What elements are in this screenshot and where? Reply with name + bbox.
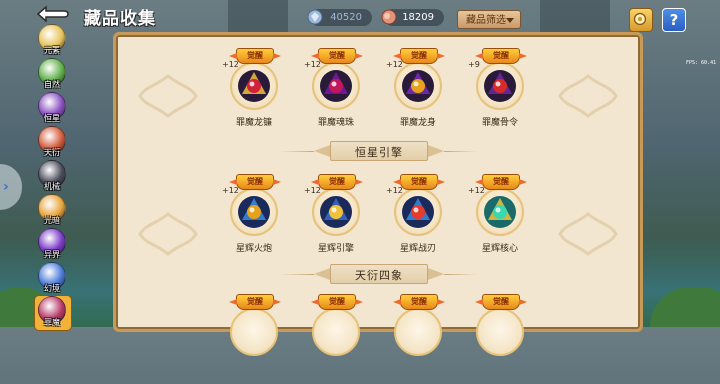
sidebar-item-label: 光暗	[44, 216, 60, 225]
fps-readout: FPS: 60.41	[686, 60, 717, 66]
item-art-icon	[402, 196, 434, 228]
filter-label: 藏品筛选	[466, 15, 506, 26]
collection-item[interactable]: 觉醒 +12 星辉战刃	[382, 172, 454, 264]
section-title: 恒星引擎	[355, 146, 403, 159]
awaken-badge: 觉醒	[236, 48, 274, 64]
collection-item[interactable]: 觉醒	[300, 292, 372, 384]
collection-item[interactable]: 觉醒	[464, 292, 536, 384]
item-level: +12	[222, 60, 239, 69]
item-name: 罪魔龙身	[399, 118, 436, 128]
item-art-icon	[484, 196, 516, 228]
collection-item[interactable]: 觉醒 +12 罪魔龙镰	[218, 46, 290, 138]
item-art-icon	[320, 196, 352, 228]
settings-button[interactable]	[629, 8, 653, 32]
item-art-icon	[484, 70, 516, 102]
item-frame	[230, 308, 278, 356]
item-frame	[394, 308, 442, 356]
section-title: 天衍四象	[355, 269, 403, 282]
item-level: +12	[304, 60, 321, 69]
section-banner: 天衍四象	[314, 264, 444, 284]
item-art-icon	[320, 70, 352, 102]
awaken-badge: 觉醒	[318, 48, 356, 64]
item-name: 星辉引擎	[317, 244, 354, 254]
collection-item[interactable]: 觉醒 +12 罪魔魂珠	[300, 46, 372, 138]
ornament-watermark	[138, 74, 198, 118]
diamond-counter: 40520	[307, 9, 372, 26]
category-sidebar: 元素自然恒星天衍机械光暗异界幻境罪魔	[32, 24, 74, 331]
item-name: 星辉战刃	[399, 244, 436, 254]
collection-item[interactable]: 觉醒 +12 星辉引擎	[300, 172, 372, 264]
collection-panel	[113, 32, 643, 332]
collection-item[interactable]: 觉醒 +9 罪魔骨令	[464, 46, 536, 138]
awaken-badge: 觉醒	[400, 48, 438, 64]
collection-item[interactable]: 觉醒	[218, 292, 290, 384]
sidebar-item-label: 幻境	[44, 284, 60, 293]
filter-dropdown[interactable]: 藏品筛选	[457, 10, 521, 29]
divider-line	[280, 151, 314, 152]
awaken-badge: 觉醒	[236, 174, 274, 190]
page-title: 藏品收集	[84, 9, 156, 29]
ornament-watermark	[558, 74, 618, 118]
item-name: 罪魔魂珠	[317, 118, 354, 128]
item-art-icon	[402, 70, 434, 102]
item-level: +12	[386, 186, 403, 195]
awaken-badge: 觉醒	[318, 294, 356, 310]
help-button[interactable]: ?	[662, 8, 686, 32]
item-name: 星辉核心	[481, 244, 518, 254]
diamond-value: 40520	[330, 12, 362, 23]
collection-item[interactable]: 觉醒	[382, 292, 454, 384]
awaken-badge: 觉醒	[236, 294, 274, 310]
question-mark-icon: ?	[669, 11, 679, 29]
collection-item[interactable]: 觉醒 +12 星辉火炮	[218, 172, 290, 264]
diamond-icon	[307, 9, 323, 25]
item-frame	[476, 308, 524, 356]
chevron-right-icon: ›	[3, 179, 9, 195]
awaken-badge: 觉醒	[482, 48, 520, 64]
item-name: 罪魔龙镰	[235, 118, 272, 128]
item-name: 罪魔骨令	[481, 118, 518, 128]
item-level: +12	[304, 186, 321, 195]
divider-line	[444, 151, 478, 152]
meat-counter: 18209	[381, 9, 444, 26]
gear-icon	[633, 12, 647, 26]
collection-item[interactable]: 觉醒 +12 罪魔龙身	[382, 46, 454, 138]
item-level: +9	[468, 60, 480, 69]
sidebar-item-label: 恒星	[44, 114, 60, 123]
collection-item[interactable]: 觉醒 +12 星辉核心	[464, 172, 536, 264]
item-art-icon	[238, 70, 270, 102]
meat-value: 18209	[402, 12, 434, 23]
section-banner: 恒星引擎	[314, 141, 444, 161]
sidebar-item-label: 机械	[44, 182, 60, 191]
sidebar-item-label: 罪魔	[44, 318, 60, 327]
item-level: +12	[386, 60, 403, 69]
ornament-watermark	[138, 212, 198, 256]
awaken-badge: 觉醒	[400, 294, 438, 310]
back-arrow-icon[interactable]	[34, 5, 70, 23]
awaken-badge: 觉醒	[318, 174, 356, 190]
item-frame	[312, 308, 360, 356]
item-level: +12	[222, 186, 239, 195]
awaken-badge: 觉醒	[400, 174, 438, 190]
divider-line	[444, 274, 478, 275]
sidebar-item-label: 异界	[44, 250, 60, 259]
caret-down-icon	[506, 18, 514, 23]
sidebar-item-label: 自然	[44, 80, 60, 89]
meat-icon	[381, 9, 397, 25]
awaken-badge: 觉醒	[482, 174, 520, 190]
item-level: +12	[468, 186, 485, 195]
ornament-watermark	[558, 212, 618, 256]
item-name: 星辉火炮	[235, 244, 272, 254]
sidebar-item-label: 元素	[44, 46, 60, 55]
sidebar-item-label: 天衍	[44, 148, 60, 157]
item-art-icon	[238, 196, 270, 228]
top-bar: 藏品收集 40520 18209 藏品筛选 ?	[0, 0, 720, 34]
awaken-badge: 觉醒	[482, 294, 520, 310]
divider-line	[280, 274, 314, 275]
